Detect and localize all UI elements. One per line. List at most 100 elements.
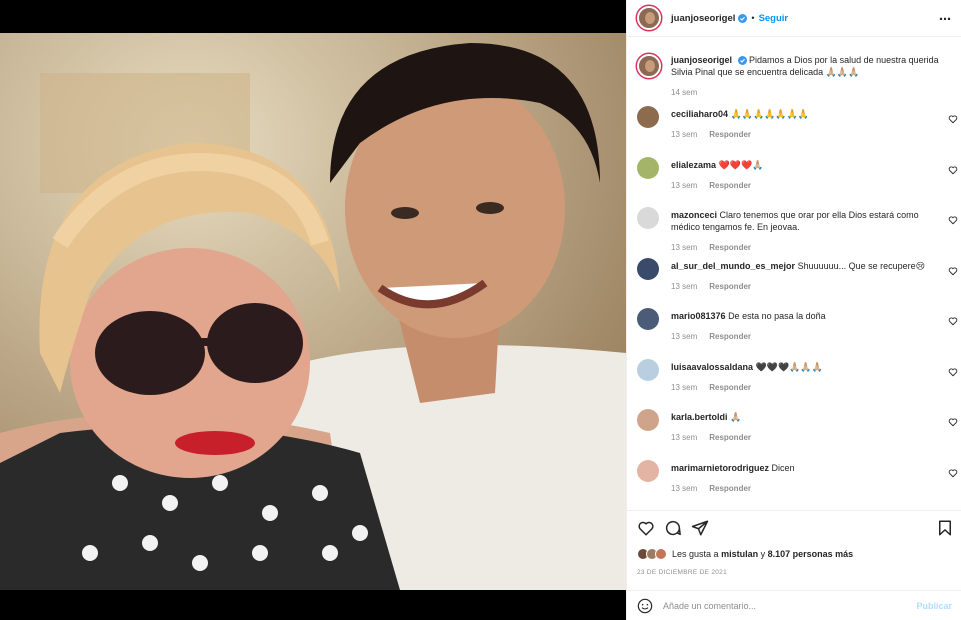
comment-timestamp: 13 sem [671,382,698,392]
share-icon[interactable] [691,519,709,537]
commenter-username[interactable]: mario081376 [671,311,726,321]
caption-text-line: juanjoseorigel Pidamos a Dios por la sal… [671,54,952,78]
comment-text: 🙏🙏🙏🙏🙏🙏🙏 [730,109,810,119]
reply-button[interactable]: Responder [709,181,751,190]
commenter-username[interactable]: ceciliaharo04 [671,109,728,119]
comment-meta: 13 sem Responder [671,383,932,392]
comment-like-heart-icon[interactable] [948,215,958,225]
reply-button[interactable]: Responder [709,243,751,252]
commenter-username[interactable]: luisaavalossaldana [671,362,753,372]
comment-item: ceciliaharo04 🙏🙏🙏🙏🙏🙏🙏 13 sem Responder [627,106,961,157]
verified-badge-icon [737,56,747,66]
comment-meta: 13 sem Responder [671,332,932,341]
comment-text: ❤️❤️❤️🙏🏼 [718,159,764,170]
reply-button[interactable]: Responder [709,433,751,442]
photo-illustration [0,33,626,590]
author-avatar[interactable] [637,6,661,30]
comment-text: 🙏🏼 [730,412,742,422]
bookmark-icon[interactable] [936,519,954,537]
comment-timestamp: 13 sem [671,433,698,442]
comment-meta: 13 sem Responder [671,181,932,190]
comment-meta: 13 sem Responder [671,282,932,291]
publish-button[interactable]: Publicar [916,601,952,611]
post-media [0,0,626,620]
comment-like-heart-icon[interactable] [948,165,958,175]
heart-icon[interactable] [637,519,655,537]
comment-like-heart-icon[interactable] [948,417,958,427]
comment-item: marimarnietorodriguez Dicen 13 sem Respond… [627,459,961,511]
likes-text: Les gusta a mistulan y 8.107 personas má… [672,549,853,559]
comment-line: elialezama ❤️❤️❤️🙏🏼 [671,157,932,171]
post-header: juanjoseorigel • Seguir ⋯ [627,0,961,37]
comment-rows: ceciliaharo04 🙏🙏🙏🙏🙏🙏🙏 13 sem Responder elia… [627,106,961,510]
comment-icon[interactable] [664,519,682,537]
comment-line: marimarnietorodriguez Dicen [671,460,932,474]
separator-dot: • [751,13,755,23]
commenter-avatar[interactable] [637,106,659,128]
follow-button[interactable]: Seguir [759,13,789,24]
likes-count[interactable]: 8.107 personas más [768,549,854,559]
post-side-panel: juanjoseorigel • Seguir ⋯ juanjoseorigel… [626,0,961,620]
commenter-avatar[interactable] [637,409,659,431]
comment-text: Dicen [771,462,795,473]
comment-line: al_sur_del_mundo_es_mejor Shuuuuuu... Qu… [671,258,932,272]
post-caption: juanjoseorigel Pidamos a Dios por la sal… [627,38,961,106]
action-bar [627,510,961,546]
commenter-avatar[interactable] [637,459,659,482]
comment-like-heart-icon[interactable] [948,316,958,326]
comment-like-heart-icon[interactable] [948,367,958,377]
commenter-avatar[interactable] [637,308,659,330]
likes-user[interactable]: mistulan [721,549,758,559]
comment-item: elialezama ❤️❤️❤️🙏🏼 13 sem Responder [627,156,961,208]
more-options-icon[interactable]: ⋯ [939,12,952,26]
comment-item: mazonceci Claro tenemos que orar por ell… [627,207,961,258]
commenter-avatar[interactable] [637,207,659,229]
post-photo[interactable] [0,33,626,590]
comment-item: mario081376 De esta no pasa la doña 13 se… [627,308,961,359]
commenter-username[interactable]: al_sur_del_mundo_es_mejor [671,261,795,271]
comment-meta: 13 sem Responder [671,484,932,493]
comment-meta: 13 sem Responder [671,130,932,139]
author-username[interactable]: juanjoseorigel [671,13,735,24]
comments-list[interactable]: juanjoseorigel Pidamos a Dios por la sal… [627,38,961,510]
likes-and: y [760,549,766,559]
caption-author-username[interactable]: juanjoseorigel [671,55,732,65]
comment-meta: 13 sem Responder [671,243,932,252]
commenter-username[interactable]: karla.bertoldi [671,412,728,422]
comment-item: al_sur_del_mundo_es_mejor Shuuuuuu... Qu… [627,257,961,309]
verified-badge-icon [738,13,748,23]
add-comment-bar: Publicar [627,590,961,620]
comment-timestamp: 13 sem [671,332,698,341]
comment-line: karla.bertoldi 🙏🏼 [671,409,932,423]
reply-button[interactable]: Responder [709,130,751,139]
commenter-avatar[interactable] [637,156,659,179]
commenter-username[interactable]: elialezama [671,160,716,170]
comment-line: mazonceci Claro tenemos que orar por ell… [671,207,932,233]
comment-like-heart-icon[interactable] [948,266,958,276]
comment-like-heart-icon[interactable] [948,114,958,124]
reply-button[interactable]: Responder [709,282,751,291]
instagram-post-view: juanjoseorigel • Seguir ⋯ juanjoseorigel… [0,0,961,620]
comment-text: 🖤🖤🖤🙏🏼🙏🏼🙏🏼 [755,361,823,372]
emoji-icon[interactable] [637,598,653,614]
comment-timestamp: 13 sem [671,130,698,139]
commenter-avatar[interactable] [637,358,659,381]
caption-author-avatar[interactable] [637,54,661,78]
caption-timestamp: 14 sem [671,88,698,97]
reply-button[interactable]: Responder [709,484,751,493]
comment-timestamp: 13 sem [671,180,698,190]
comment-input[interactable] [663,600,903,611]
comment-line: mario081376 De esta no pasa la doña [671,308,932,322]
commenter-username[interactable]: marimarnietorodriguez [671,463,769,473]
liker-avatar [655,548,667,560]
comment-item: karla.bertoldi 🙏🏼 13 sem Responder [627,409,961,460]
reply-button[interactable]: Responder [709,383,751,392]
commenter-username[interactable]: mazonceci [671,210,717,220]
comment-timestamp: 13 sem [671,281,698,291]
reply-button[interactable]: Responder [709,332,751,341]
comment-timestamp: 13 sem [671,243,698,252]
comment-timestamp: 13 sem [671,483,698,493]
comment-text: Shuuuuuu... Que se recupere😢 [797,260,926,271]
commenter-avatar[interactable] [637,257,659,280]
comment-like-heart-icon[interactable] [948,468,958,478]
